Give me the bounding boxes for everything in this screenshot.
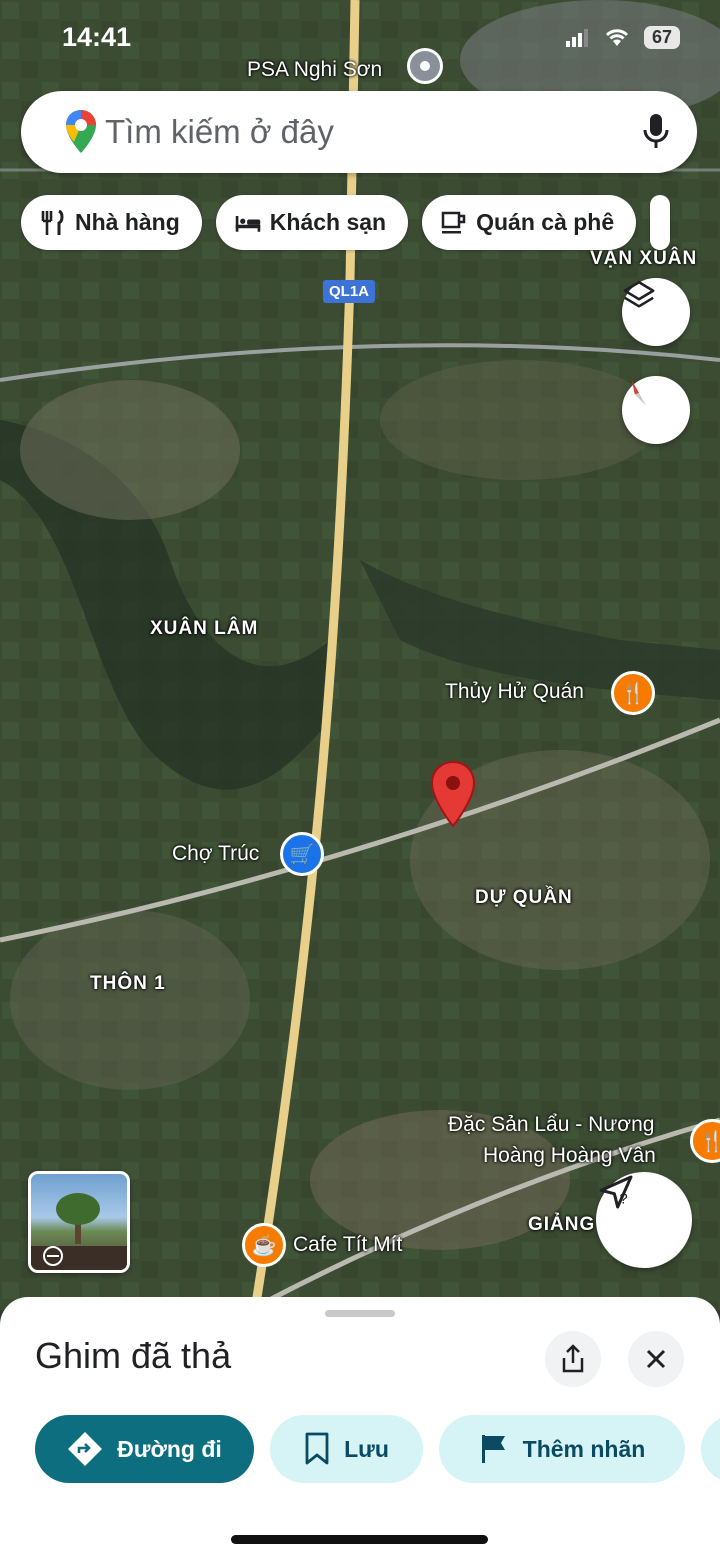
coffee-icon [440,209,468,237]
close-button[interactable] [628,1331,684,1387]
restaurant-icon [39,209,67,237]
chip-cafes[interactable]: Quán cà phê [422,195,637,250]
bookmark-icon [305,1432,329,1465]
road-shield-ql1a: QL1A [323,280,376,303]
my-location-button[interactable]: ? [596,1172,692,1268]
chip-hotels[interactable]: Khách sạn [215,195,409,250]
directions-icon [68,1432,103,1466]
hotel-icon [234,209,262,237]
chip-more[interactable] [650,195,671,250]
layers-button[interactable] [622,278,690,346]
map-label-thon-1: THÔN 1 [90,973,166,994]
share-button[interactable] [545,1331,601,1387]
layers-icon [623,280,655,308]
chip-restaurants-label: Nhà hàng [75,209,180,235]
save-button[interactable]: Lưu [270,1415,423,1483]
map-label-cho-truc[interactable]: Chợ Trúc [172,842,259,866]
dropped-pin-icon[interactable] [430,760,476,830]
wifi-icon [605,28,629,46]
flag-icon [481,1435,505,1463]
sheet-title: Ghim đã thả [35,1335,232,1376]
status-bar: 14:41 67 [0,0,720,80]
compass-icon [631,380,647,406]
chip-restaurants[interactable]: Nhà hàng [21,195,202,250]
google-maps-logo-icon [66,110,96,153]
save-label: Lưu [344,1435,389,1462]
bottom-sheet[interactable]: Ghim đã thả Đường đi Lưu Thêm nhãn [0,1297,720,1557]
signal-icon [565,28,588,47]
map-label-xuan-lam: XUÂN LÂM [150,618,259,639]
share-icon [562,1344,584,1373]
map-label-van-xuan: VẠN XUÂN [590,248,698,269]
map-label-cafe-tit-mit[interactable]: Cafe Tít Mít [293,1233,402,1257]
tree-photo [31,1193,127,1270]
chip-cafes-label: Quán cà phê [476,209,615,235]
restaurant-poi-icon[interactable]: 🍴 [611,671,655,715]
directions-label: Đường đi [117,1435,222,1462]
map-label-dac-san-line1[interactable]: Đặc Sản Lẩu - Nương [448,1113,654,1137]
map-label-dac-san-line2[interactable]: Hoàng Hoàng Vân [483,1144,656,1168]
search-placeholder[interactable]: Tìm kiếm ở đây [105,113,334,151]
microphone-icon[interactable] [643,113,669,151]
compass-button[interactable] [622,376,690,444]
navigation-question-icon: ? [599,1175,633,1209]
more-actions-partial[interactable] [701,1415,720,1483]
map-label-du-quan: DỰ QUẦN [475,887,573,908]
map-label-giang: GIẢNG [528,1214,596,1235]
shopping-cart-poi-icon[interactable]: 🛒 [280,832,324,876]
svg-text:?: ? [619,1191,627,1208]
battery-level: 67 [643,26,680,49]
status-time: 14:41 [62,22,132,52]
category-chips: Nhà hàng Khách sạn Quán cà phê [21,195,671,250]
chip-hotels-label: Khách sạn [269,209,387,235]
home-indicator [231,1535,488,1544]
street-view-thumbnail[interactable] [28,1171,130,1273]
add-label-button[interactable]: Thêm nhãn [439,1415,685,1483]
directions-button[interactable]: Đường đi [35,1415,254,1483]
search-bar[interactable]: Tìm kiếm ở đây [21,91,697,173]
cafe-poi-icon[interactable]: ☕ [242,1223,286,1267]
map-label-thuy-hu-quan[interactable]: Thủy Hử Quán [445,680,584,704]
action-buttons: Đường đi Lưu Thêm nhãn [35,1415,720,1483]
close-icon [646,1349,666,1369]
sheet-drag-handle[interactable] [325,1310,395,1317]
add-label-label: Thêm nhãn [522,1435,646,1462]
